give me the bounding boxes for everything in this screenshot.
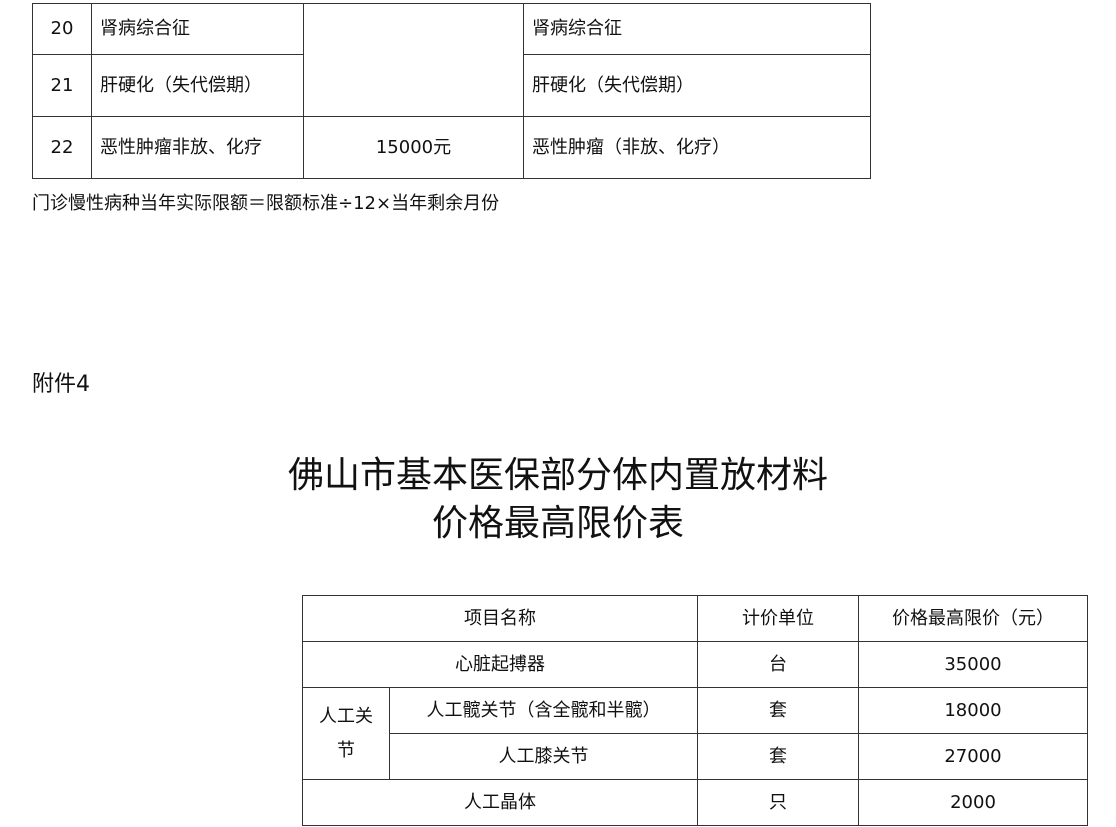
table-row: 人工膝关节 套 27000 — [303, 733, 1088, 780]
formula-note: 门诊慢性病种当年实际限额＝限额标准÷12×当年剩余月份 — [32, 193, 500, 214]
item-price: 2000 — [858, 779, 1088, 826]
chronic-disease-table: 20 肾病综合征 肾病综合征 21 肝硬化（失代偿期） 肝硬化（失代偿期） 22… — [32, 3, 871, 179]
item-unit: 台 — [697, 641, 859, 688]
attachment-label: 附件4 — [32, 372, 90, 397]
item-unit: 只 — [697, 779, 859, 826]
disease-name: 肾病综合征 — [91, 3, 304, 55]
price-limit-table: 项目名称 计价单位 价格最高限价（元） 心脏起搏器 台 35000 人工关 节 … — [302, 595, 1088, 826]
item-name: 人工膝关节 — [389, 733, 698, 780]
disease-name: 肝硬化（失代偿期） — [91, 54, 304, 117]
item-name: 人工髋关节（含全髋和半髋） — [389, 687, 698, 734]
limit-amount: 15000元 — [303, 116, 524, 179]
item-name: 人工晶体 — [302, 779, 698, 826]
row-number: 22 — [32, 116, 92, 179]
table-row: 22 恶性肿瘤非放、化疗 15000元 恶性肿瘤（非放、化疗） — [32, 116, 871, 179]
item-unit: 套 — [697, 733, 859, 780]
header-item-name: 项目名称 — [302, 595, 698, 642]
item-unit: 套 — [697, 687, 859, 734]
table-row: 心脏起搏器 台 35000 — [302, 641, 1088, 688]
limit-amount — [303, 3, 524, 117]
item-group-line-1: 人工关 — [319, 705, 373, 727]
row-number: 21 — [32, 54, 92, 117]
disease-name: 恶性肿瘤非放、化疗 — [91, 116, 304, 179]
title-line-2: 价格最高限价表 — [431, 503, 684, 544]
item-name: 心脏起搏器 — [302, 641, 698, 688]
item-price: 18000 — [858, 687, 1088, 734]
page-title: 佛山市基本医保部分体内置放材料 价格最高限价表 — [0, 452, 1116, 548]
header-unit: 计价单位 — [697, 595, 859, 642]
item-group-line-2: 节 — [337, 739, 355, 761]
disease-remark: 肾病综合征 — [523, 3, 871, 55]
item-price: 35000 — [858, 641, 1088, 688]
title-line-1: 佛山市基本医保部分体内置放材料 — [287, 455, 828, 496]
table-row: 人工关 节 人工髋关节（含全髋和半髋） 套 18000 — [302, 687, 1088, 780]
disease-remark: 肝硬化（失代偿期） — [523, 54, 871, 117]
disease-remark: 恶性肿瘤（非放、化疗） — [523, 116, 871, 179]
header-price: 价格最高限价（元） — [858, 595, 1088, 642]
table-row: 20 肾病综合征 肾病综合征 — [32, 3, 871, 117]
row-number: 20 — [32, 3, 92, 55]
item-price: 27000 — [858, 733, 1088, 780]
item-group: 人工关 节 — [302, 687, 390, 780]
table-row: 人工晶体 只 2000 — [302, 779, 1088, 826]
table-header-row: 项目名称 计价单位 价格最高限价（元） — [302, 595, 1088, 642]
